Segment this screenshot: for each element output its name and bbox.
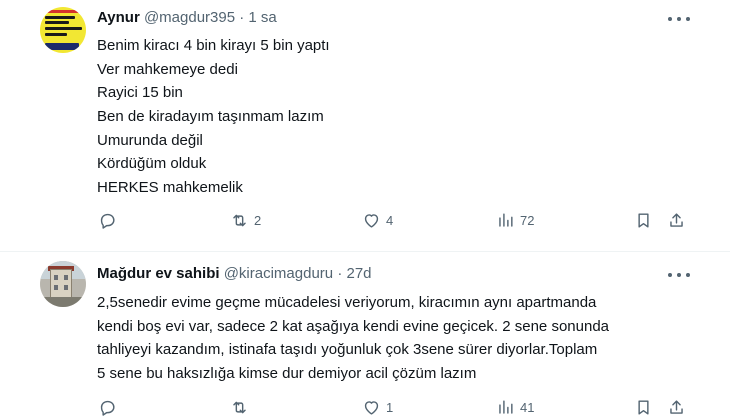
tweet-text-line: tahliyeyi kazandım, istinafa taşıdı yoğu… <box>97 341 598 358</box>
heart-icon <box>364 400 379 415</box>
share-icon <box>670 399 683 414</box>
tweet[interactable]: Mağdur ev sahibi @kiracimagduru · 27d 2,… <box>0 252 730 420</box>
author-name[interactable]: Mağdur ev sahibi <box>97 265 220 282</box>
tweet-text: 2,5senedir evime geçme mücadelesi veriyo… <box>97 291 609 385</box>
timestamp[interactable]: 1 sa <box>248 9 276 26</box>
tweet[interactable]: Aynur @magdur395 · 1 sa Benim kiracı 4 b… <box>0 0 730 251</box>
tweet-text-line: Benim kiracı 4 bin kirayı 5 bin yaptı <box>97 37 330 54</box>
author-handle[interactable]: @kiracimagduru <box>224 265 333 282</box>
avatar-stripe <box>46 10 80 13</box>
share-icon <box>670 212 683 227</box>
views-icon <box>499 399 513 414</box>
tweet-header: Aynur @magdur395 · 1 sa <box>97 9 277 27</box>
tweet-text-line: 5 sene bu haksızlığa kimse dur demiyor a… <box>97 364 477 382</box>
avatar-building <box>50 269 72 299</box>
bookmark-icon <box>638 212 649 228</box>
author-handle[interactable]: @magdur395 <box>144 9 235 26</box>
retweet-button[interactable]: 2 <box>230 209 261 231</box>
retweet-count: 2 <box>254 212 262 228</box>
views-button[interactable]: 41 <box>496 396 534 418</box>
avatar[interactable] <box>40 7 86 53</box>
reply-button[interactable] <box>98 396 122 418</box>
action-bar: 1 41 <box>0 396 730 418</box>
views-count: 41 <box>520 399 535 415</box>
tweet-text-line: Umurunda değil <box>97 131 203 149</box>
retweet-button[interactable] <box>230 396 254 418</box>
separator-dot: · <box>239 9 245 26</box>
tweet-text-line: Ben de kiradayım taşınmam lazım <box>97 108 324 126</box>
tweet-header: Mağdur ev sahibi @kiracimagduru · 27d <box>97 265 372 283</box>
avatar-badge <box>45 43 79 50</box>
comment-icon <box>100 400 115 416</box>
like-count: 1 <box>386 399 394 415</box>
reply-button[interactable] <box>98 209 122 231</box>
action-bar: 2 4 72 <box>0 209 730 231</box>
separator-dot: · <box>337 265 343 282</box>
like-button[interactable]: 4 <box>362 209 393 231</box>
tweet-text-line: Kördüğüm olduk <box>97 155 207 173</box>
timestamp[interactable]: 27d <box>346 265 371 282</box>
share-button[interactable] <box>667 209 686 231</box>
share-button[interactable] <box>667 396 686 418</box>
tweet-text-line: Rayici 15 bin <box>97 84 183 102</box>
tweet-text-line: HERKES mahkemelik <box>97 179 243 197</box>
tweet-text-line: Ver mahkemeye dedi <box>97 60 238 78</box>
views-count: 72 <box>520 212 535 228</box>
bookmark-icon <box>638 399 649 415</box>
bookmark-button[interactable] <box>634 396 653 418</box>
tweet-text-line: kendi boş evi var, sadece 2 kat aşağıya … <box>97 317 609 335</box>
heart-icon <box>364 213 379 228</box>
tweet-text: Benim kiracı 4 bin kirayı 5 bin yaptı Ve… <box>97 34 330 200</box>
comment-icon <box>100 213 115 229</box>
views-button[interactable]: 72 <box>496 209 534 231</box>
views-icon <box>499 212 513 227</box>
retweet-icon <box>233 214 246 226</box>
author-name[interactable]: Aynur <box>97 9 140 26</box>
like-button[interactable]: 1 <box>362 396 393 418</box>
more-icon[interactable] <box>668 266 690 284</box>
retweet-icon <box>233 401 246 413</box>
like-count: 4 <box>386 212 394 228</box>
bookmark-button[interactable] <box>634 209 653 231</box>
avatar[interactable] <box>40 261 86 307</box>
more-icon[interactable] <box>668 10 690 28</box>
tweet-text-line: 2,5senedir evime geçme mücadelesi veriyo… <box>97 294 597 311</box>
